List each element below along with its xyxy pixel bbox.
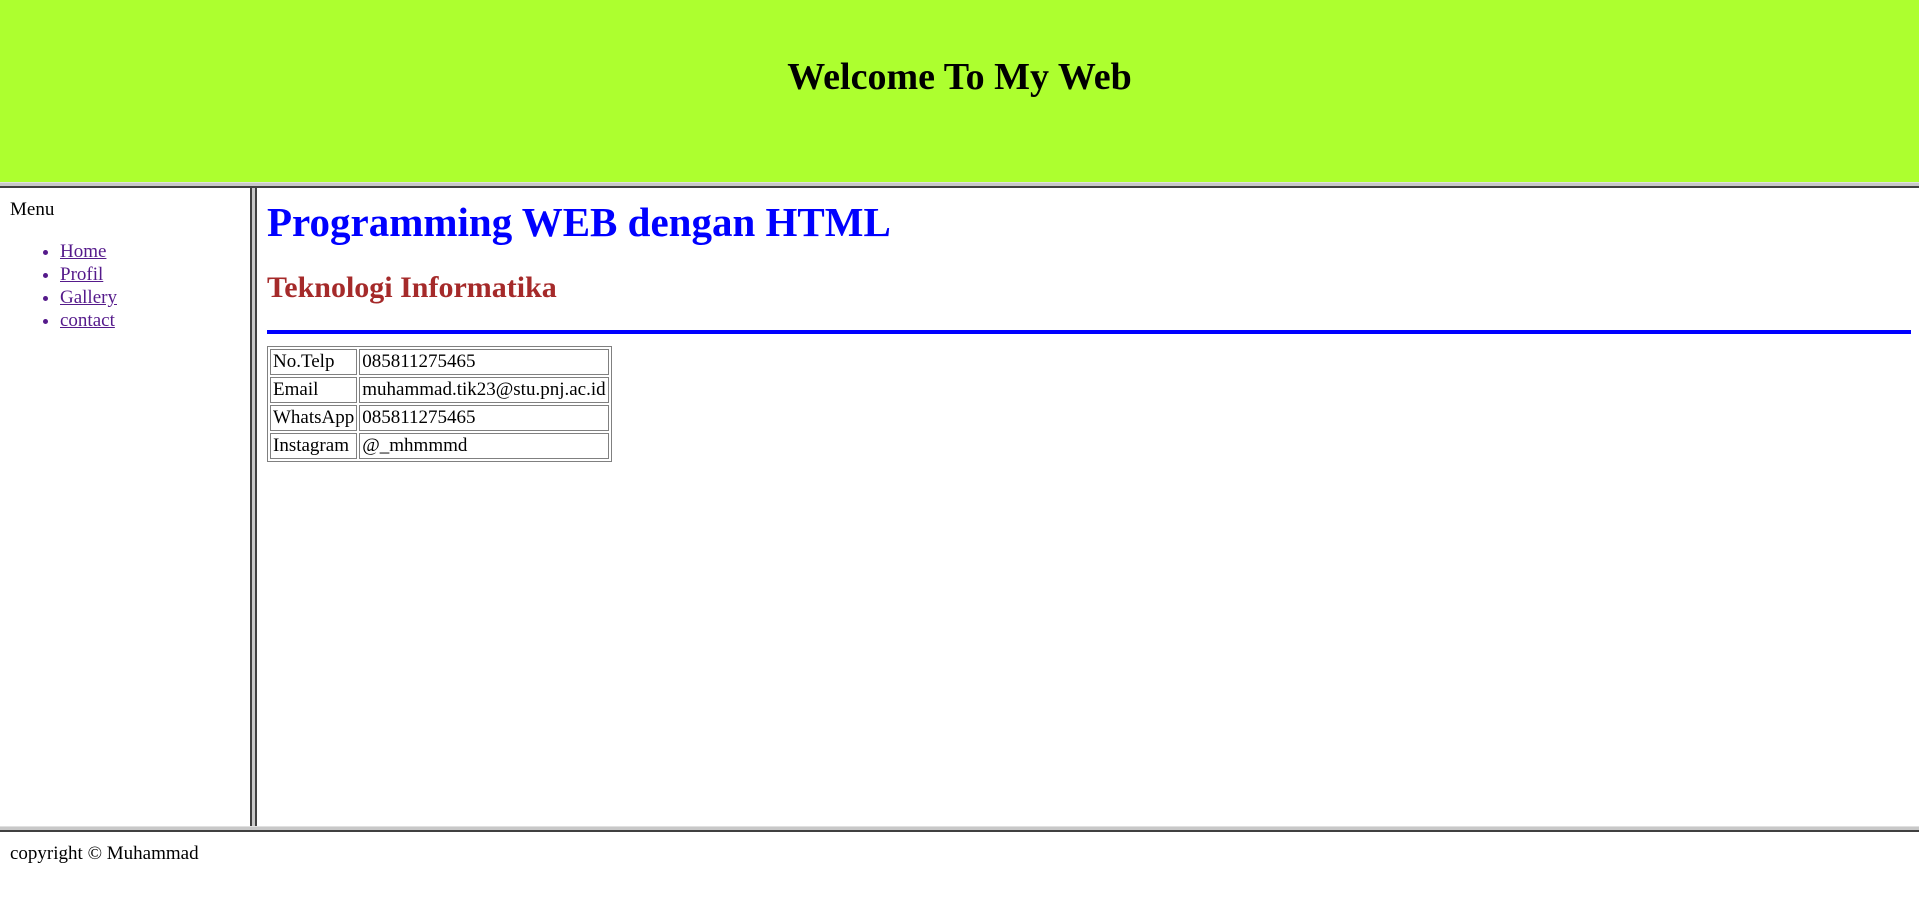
content-heading: Programming WEB dengan HTML — [267, 199, 891, 245]
menu-item-home: Home — [60, 240, 117, 263]
header-frame: Welcome To My Web — [0, 0, 1919, 182]
menu-item-gallery: Gallery — [60, 286, 117, 309]
footer-frame: copyright © Muhammad — [0, 832, 1919, 919]
gallery-link[interactable]: Gallery — [60, 287, 117, 308]
menu-list: Home Profil Gallery contact — [0, 240, 117, 332]
table-row: WhatsApp 085811275465 — [270, 405, 609, 431]
table-row: Instagram @_mhmmmd — [270, 433, 609, 459]
contact-link[interactable]: contact — [60, 310, 115, 331]
contact-value: @_mhmmmd — [359, 433, 609, 459]
content-subheading: Teknologi Informatika — [267, 271, 557, 304]
table-row: Email muhammad.tik23@stu.pnj.ac.id — [270, 377, 609, 403]
heading-divider — [267, 330, 1911, 334]
content-frame: Programming WEB dengan HTML Teknologi In… — [257, 188, 1919, 826]
menu-item-profil: Profil — [60, 263, 117, 286]
contact-value: 085811275465 — [359, 405, 609, 431]
copyright-text: copyright © Muhammad — [10, 843, 199, 864]
contact-table: No.Telp 085811275465 Email muhammad.tik2… — [267, 346, 612, 462]
home-link[interactable]: Home — [60, 241, 106, 262]
frame-divider-vertical[interactable] — [250, 188, 257, 826]
menu-title: Menu — [10, 199, 55, 220]
menu-frame: Menu Home Profil Gallery contact — [0, 188, 250, 826]
contact-label: WhatsApp — [270, 405, 358, 431]
profil-link[interactable]: Profil — [60, 264, 103, 285]
site-title: Welcome To My Web — [787, 56, 1132, 98]
contact-value: 085811275465 — [359, 349, 609, 375]
contact-label: No.Telp — [270, 349, 358, 375]
table-row: No.Telp 085811275465 — [270, 349, 609, 375]
contact-value: muhammad.tik23@stu.pnj.ac.id — [359, 377, 609, 403]
contact-label: Email — [270, 377, 358, 403]
contact-label: Instagram — [270, 433, 358, 459]
menu-item-contact: contact — [60, 309, 117, 332]
